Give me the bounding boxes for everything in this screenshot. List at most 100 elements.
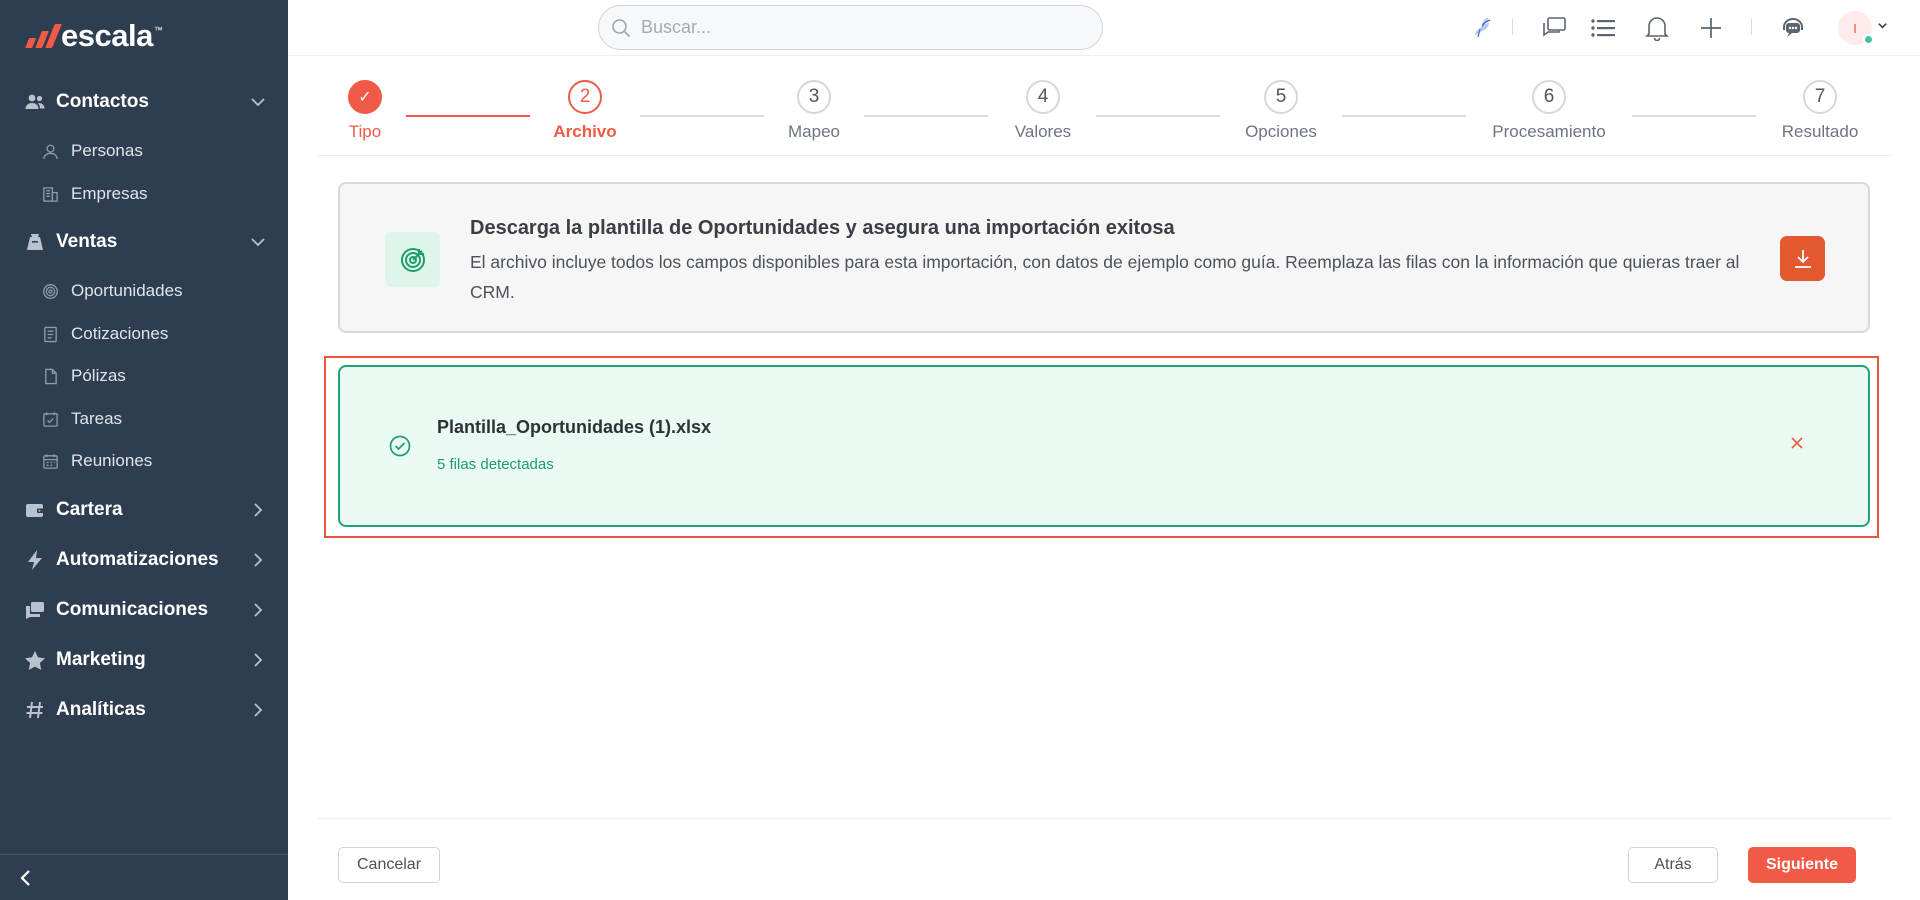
- users-icon: [24, 91, 46, 113]
- sidebar-collapse-bar: [0, 854, 288, 900]
- sidebar-item-label: Personas: [71, 141, 143, 160]
- sidebar-section-label: Automatizaciones: [56, 549, 219, 570]
- sidebar-section-automatizaciones[interactable]: Automatizaciones: [0, 540, 288, 580]
- sidebar-section-comunicaciones[interactable]: Comunicaciones: [0, 590, 288, 630]
- check-circle-icon: [389, 435, 411, 457]
- sidebar-section-label: Contactos: [56, 91, 149, 112]
- step-procesamiento[interactable]: 6 Procesamiento: [1469, 80, 1629, 142]
- step-label: Resultado: [1781, 122, 1859, 141]
- step-mapeo[interactable]: 3 Mapeo: [734, 80, 894, 142]
- uploaded-file-card: Plantilla_Oportunidades (1).xlsx 5 filas…: [338, 365, 1870, 527]
- chevron-down-icon: [250, 94, 266, 110]
- building-icon: [40, 184, 60, 204]
- person-icon: [40, 141, 60, 161]
- wallet-icon: [24, 499, 46, 521]
- chevron-right-icon: [250, 702, 266, 718]
- online-status-dot: [1863, 34, 1874, 45]
- sidebar-section-label: Ventas: [56, 231, 118, 252]
- sidebar-item-label: Tareas: [71, 409, 123, 428]
- sidebar-item-personas[interactable]: Personas: [0, 133, 288, 169]
- step-number: 5: [1264, 80, 1298, 114]
- sidebar-item-cotizaciones[interactable]: Cotizaciones: [0, 316, 288, 352]
- sales-icon: [24, 231, 46, 253]
- sidebar-item-oportunidades[interactable]: Oportunidades: [0, 273, 288, 309]
- conversations-icon[interactable]: [1539, 13, 1569, 43]
- sidebar-item-tareas[interactable]: Tareas: [0, 401, 288, 437]
- calendar-check-icon: [40, 409, 60, 429]
- footer-divider: [318, 818, 1892, 819]
- uploaded-file-name: Plantilla_Oportunidades (1).xlsx: [437, 417, 712, 437]
- logo-mark-icon: [25, 24, 62, 48]
- step-number: ✓: [348, 80, 382, 114]
- chevron-right-icon: [250, 652, 266, 668]
- step-opciones[interactable]: 5 Opciones: [1201, 80, 1361, 142]
- step-label: Tipo: [348, 122, 382, 141]
- template-download-card: Descarga la plantilla de Oportunidades y…: [338, 182, 1870, 333]
- chevron-down-icon[interactable]: [1877, 20, 1888, 31]
- back-button[interactable]: Atrás: [1628, 847, 1718, 883]
- step-label: Procesamiento: [1492, 122, 1606, 141]
- sidebar-section-ventas[interactable]: Ventas: [0, 222, 288, 262]
- step-label: Mapeo: [788, 122, 840, 141]
- sidebar-item-label: Empresas: [71, 184, 148, 203]
- brand-name: escala: [61, 18, 153, 53]
- brand-trademark: ™: [153, 25, 163, 35]
- target-icon: [40, 281, 60, 301]
- escala-logo[interactable]: escala ™: [25, 16, 163, 56]
- document-icon: [40, 324, 60, 344]
- star-icon: [24, 649, 46, 671]
- chevron-right-icon: [250, 502, 266, 518]
- target-icon: [385, 232, 440, 287]
- sidebar-section-label: Cartera: [56, 499, 123, 520]
- download-template-button[interactable]: [1780, 236, 1825, 281]
- import-stepper: ✓ Tipo 2 Archivo 3 Mapeo 4 Valores 5 Opc…: [318, 56, 1892, 156]
- bird-logo-icon[interactable]: [1466, 13, 1496, 43]
- step-label: Opciones: [1245, 122, 1317, 141]
- sidebar-section-label: Comunicaciones: [56, 599, 209, 620]
- sidebar: escala ™ Contactos Personas Empresas Ven…: [0, 0, 288, 900]
- template-card-title: Descarga la plantilla de Oportunidades y…: [470, 217, 1175, 239]
- hash-icon: [24, 699, 46, 721]
- step-label: Archivo: [553, 122, 617, 141]
- sidebar-item-label: Reuniones: [71, 451, 153, 470]
- step-tipo[interactable]: ✓ Tipo: [285, 80, 445, 142]
- list-icon[interactable]: [1588, 13, 1618, 43]
- chevron-right-icon: [250, 552, 266, 568]
- chevron-right-icon: [250, 602, 266, 618]
- bell-icon[interactable]: [1642, 13, 1672, 43]
- search-input[interactable]: [641, 17, 1081, 38]
- sidebar-item-reuniones[interactable]: Reuniones: [0, 443, 288, 479]
- sidebar-section-label: Marketing: [56, 649, 146, 670]
- sidebar-item-empresas[interactable]: Empresas: [0, 176, 288, 212]
- support-chat-icon[interactable]: [1778, 13, 1808, 43]
- step-number: 7: [1803, 80, 1837, 114]
- sidebar-section-label: Analíticas: [56, 699, 146, 720]
- calendar-icon: [40, 451, 60, 471]
- step-valores[interactable]: 4 Valores: [963, 80, 1123, 142]
- search-box[interactable]: [598, 5, 1103, 50]
- user-avatar[interactable]: I: [1838, 11, 1874, 45]
- add-icon[interactable]: [1696, 13, 1726, 43]
- rows-detected-text: 5 filas detectadas: [437, 456, 554, 473]
- step-archivo[interactable]: 2 Archivo: [505, 80, 665, 142]
- sidebar-item-label: Oportunidades: [71, 281, 183, 300]
- search-icon: [611, 18, 631, 38]
- remove-file-close-icon[interactable]: [1790, 436, 1804, 450]
- next-button[interactable]: Siguiente: [1748, 847, 1856, 883]
- chevron-down-icon: [250, 234, 266, 250]
- download-icon: [1792, 248, 1814, 270]
- header-separator: [1512, 19, 1513, 35]
- sidebar-section-marketing[interactable]: Marketing: [0, 640, 288, 680]
- step-number: 6: [1532, 80, 1566, 114]
- sidebar-section-analiticas[interactable]: Analíticas: [0, 690, 288, 730]
- sidebar-item-polizas[interactable]: Pólizas: [0, 358, 288, 394]
- chat-icon: [24, 599, 46, 621]
- cancel-button[interactable]: Cancelar: [338, 847, 440, 883]
- collapse-sidebar-icon[interactable]: [18, 869, 32, 887]
- template-card-description: El archivo incluye todos los campos disp…: [470, 252, 1740, 302]
- step-resultado[interactable]: 7 Resultado: [1740, 80, 1900, 142]
- step-connector: [1632, 115, 1756, 117]
- sidebar-section-contactos[interactable]: Contactos: [0, 82, 288, 122]
- sidebar-section-cartera[interactable]: Cartera: [0, 490, 288, 530]
- top-header: I: [288, 0, 1920, 56]
